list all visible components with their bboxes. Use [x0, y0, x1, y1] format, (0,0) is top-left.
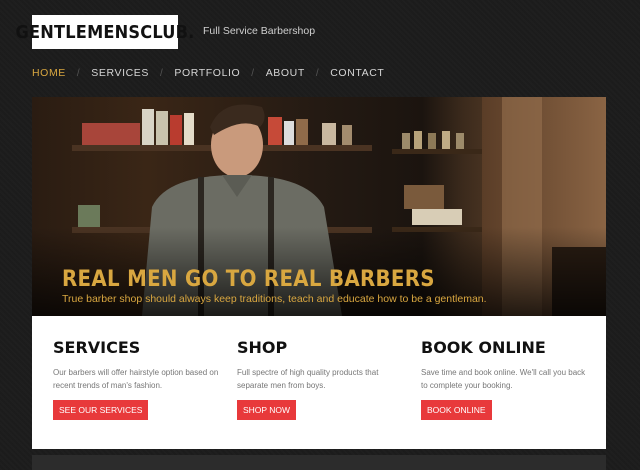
nav-home[interactable]: HOME	[32, 67, 66, 79]
nav-separator: /	[160, 67, 164, 79]
book-online-button[interactable]: BOOK ONLINE	[421, 400, 492, 420]
nav-services[interactable]: SERVICES	[91, 67, 149, 79]
nav-portfolio[interactable]: PORTFOLIO	[174, 67, 240, 79]
feature-text: Our barbers will offer hairstyle option …	[53, 368, 219, 390]
nav-separator: /	[315, 67, 320, 79]
main-nav: HOME / SERVICES / PORTFOLIO / ABOUT / CO…	[32, 66, 384, 80]
nav-separator: /	[251, 67, 255, 79]
feature-text: Save time and book online. We'll call yo…	[421, 368, 586, 390]
hero-banner: REAL MEN GO TO REAL BARBERS True barber …	[32, 97, 606, 316]
feature-title: BOOK ONLINE	[421, 338, 546, 357]
site-logo[interactable]: GENTLEMENSCLUB.	[16, 15, 194, 49]
see-our-services-button[interactable]: SEE OUR SERVICES	[53, 400, 149, 420]
feature-title: SERVICES	[53, 338, 141, 357]
site-tagline: Full Service Barbershop	[203, 25, 316, 37]
feature-text: Full spectre of high quality products th…	[237, 368, 379, 390]
shop-now-button[interactable]: SHOP NOW	[237, 400, 297, 420]
features-panel: SERVICES Our barbers will offer hairstyl…	[32, 316, 606, 449]
footer-strip	[32, 455, 606, 470]
nav-separator: /	[76, 67, 81, 79]
nav-about[interactable]: ABOUT	[266, 67, 305, 79]
nav-contact[interactable]: CONTACT	[330, 67, 384, 79]
feature-title: SHOP	[237, 338, 288, 357]
hero-subtitle: True barber shop should always keep trad…	[62, 293, 487, 305]
hero-title: REAL MEN GO TO REAL BARBERS	[62, 267, 435, 292]
